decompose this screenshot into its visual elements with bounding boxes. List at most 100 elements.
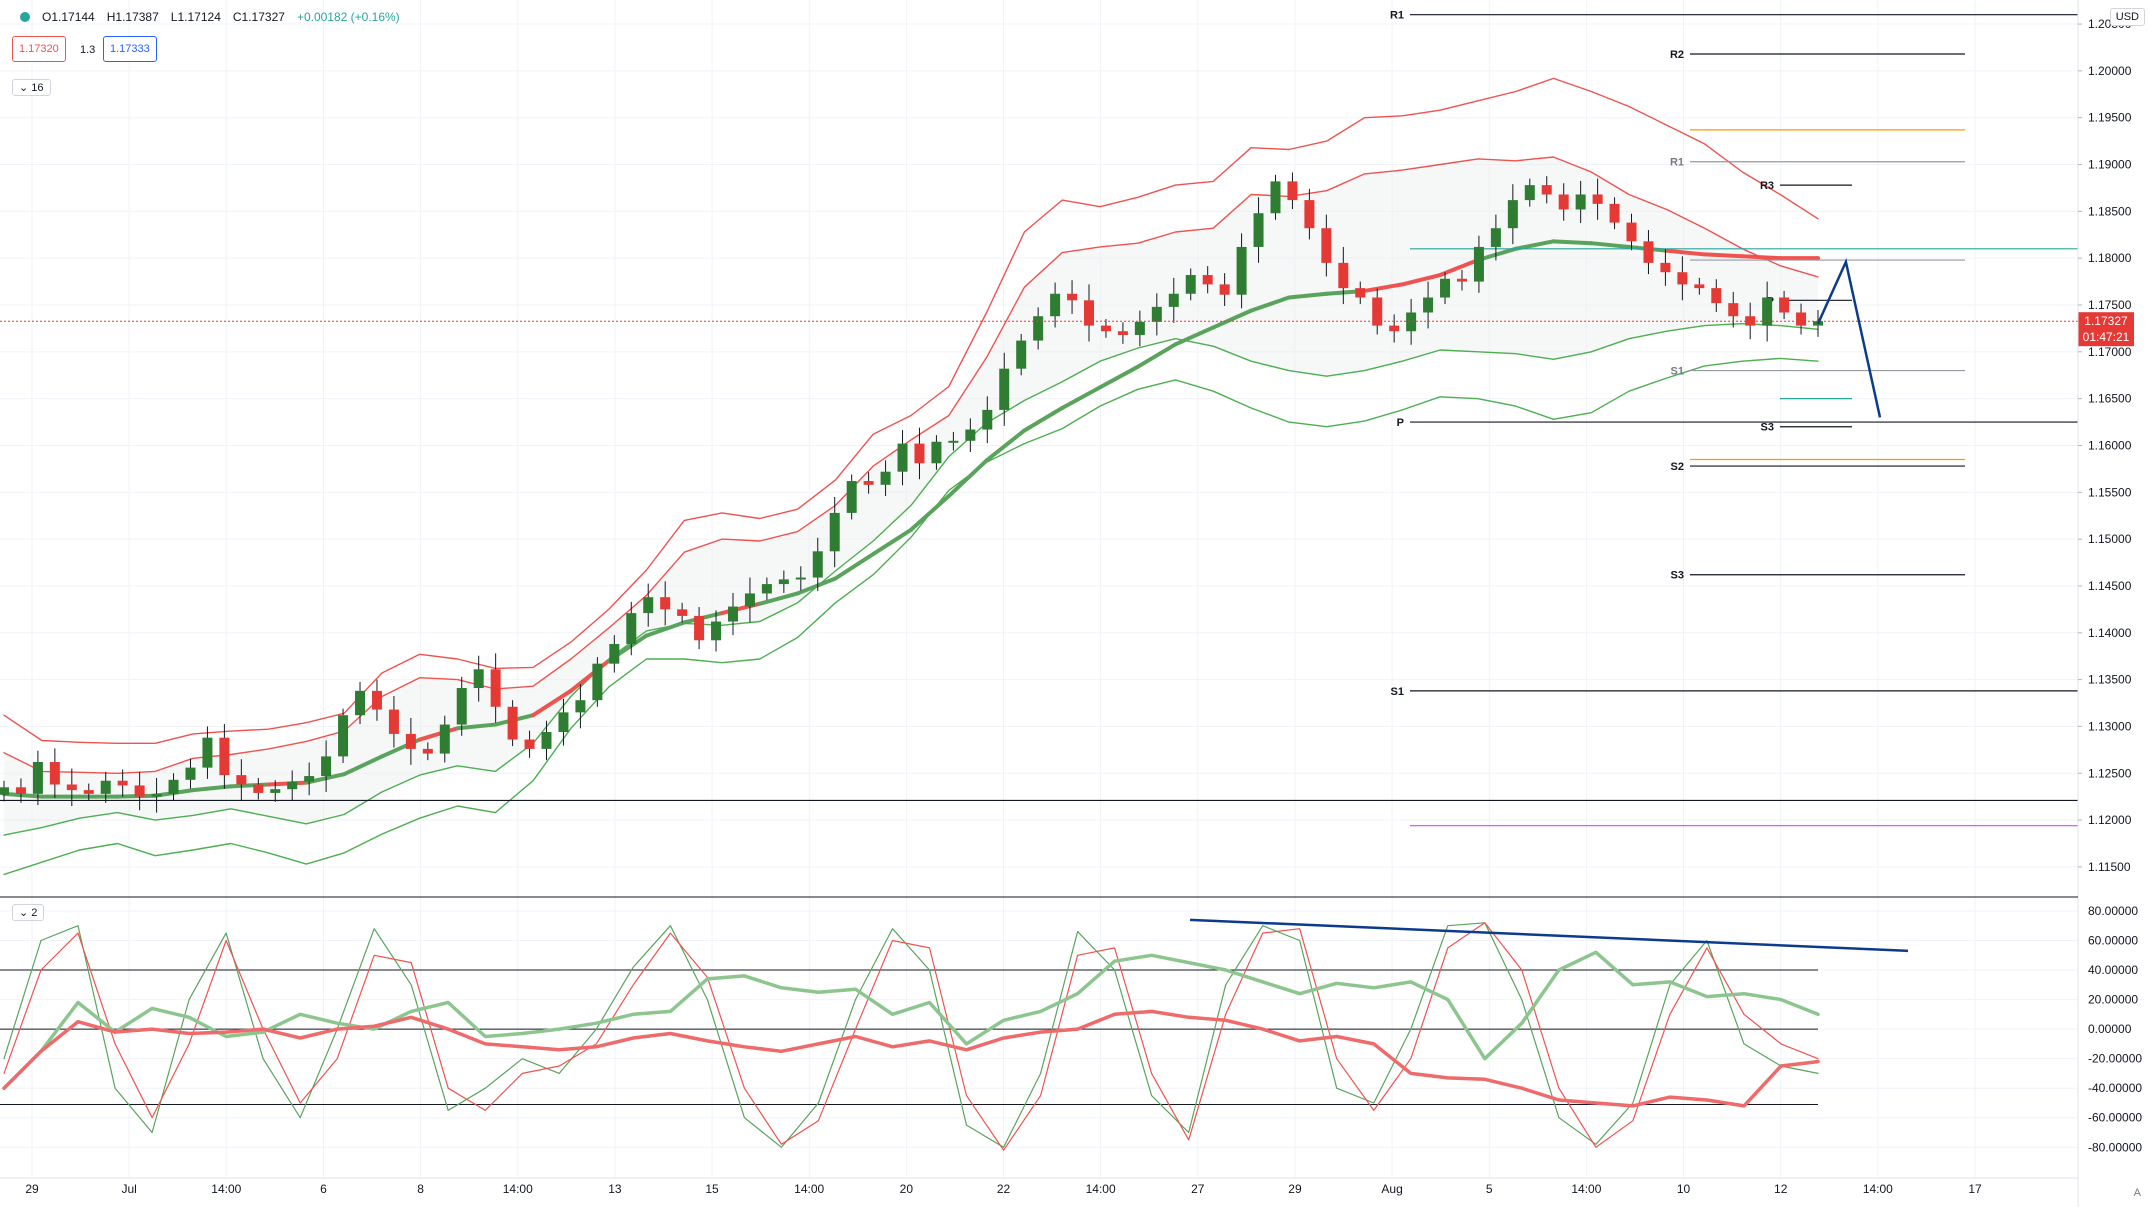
time-tick-label: 22 (997, 1182, 1011, 1196)
candle-body (134, 785, 145, 797)
candle-body (185, 767, 196, 780)
time-tick-label: 12 (1774, 1182, 1788, 1196)
level-label: S1 (1391, 686, 1404, 698)
price-tick-label: 1.13500 (2088, 673, 2132, 687)
auto-scale-button[interactable]: A (2134, 1187, 2141, 1199)
candle-body (117, 780, 128, 786)
candle-body (914, 443, 925, 464)
moving-average-segment (1022, 406, 1065, 433)
candle-body (1779, 297, 1790, 313)
bollinger-bands (2, 77, 1820, 876)
spread-value: 1.3 (80, 44, 96, 56)
candle-body (1796, 312, 1807, 326)
osc-tick-label: -20.00000 (2088, 1052, 2142, 1066)
buy-button[interactable]: 1.17333 (103, 36, 157, 62)
ohlc-close: C1.17327 (232, 10, 285, 24)
indicators-collapse-button[interactable]: ⌄ 16 (12, 79, 51, 96)
candle-body (1304, 200, 1315, 229)
candle-body (1100, 325, 1111, 332)
candle-body (304, 776, 315, 782)
level-label: P (1397, 417, 1404, 429)
time-tick-label: 27 (1191, 1182, 1205, 1196)
candle-body (643, 597, 654, 614)
candle-body (609, 644, 620, 664)
time-tick-label: 6 (320, 1182, 327, 1196)
sell-button[interactable]: 1.17320 (12, 36, 66, 62)
price-tick-label: 1.19500 (2088, 111, 2132, 125)
osc-tick-label: 80.00000 (2088, 904, 2138, 918)
candle-body (388, 709, 399, 734)
candle-body (1338, 262, 1349, 289)
ohlc-high: H1.17387 (106, 10, 159, 24)
pivot-levels: R1R2R1R3PS1PS3S2S3S1 (0, 10, 2078, 827)
candle-body (1507, 200, 1518, 229)
candle-body (202, 737, 213, 768)
candle-body (727, 606, 738, 622)
projection-line (1816, 257, 1882, 418)
candle-body (711, 621, 722, 641)
osc-series-red-thin (3, 922, 1819, 1151)
moving-average-segment (1702, 252, 1745, 259)
time-tick-label: 29 (25, 1182, 39, 1196)
moving-average-segment (1135, 342, 1178, 369)
price-tick-label: 1.14000 (2088, 626, 2132, 640)
time-tick-label: 20 (900, 1182, 914, 1196)
oscillator-pane (0, 918, 1909, 1151)
candle-body (1016, 340, 1027, 369)
moving-average-segment (909, 494, 951, 532)
osc-tick-label: 20.00000 (2088, 993, 2138, 1007)
price-tick-label: 1.13000 (2088, 719, 2132, 733)
candle-body (473, 669, 484, 689)
candle-body (422, 748, 433, 754)
bollinger-fill (4, 157, 1818, 836)
candle-body (507, 706, 518, 740)
candle-body (1084, 300, 1095, 326)
chart-canvas[interactable]: R1R2R1R3PS1PS3S2S3S1 1.1732701:47:21 29J… (0, 0, 2153, 1207)
candle-body (287, 781, 298, 790)
candle-body (660, 597, 671, 610)
candle-body (1473, 246, 1484, 282)
level-label: R2 (1670, 49, 1684, 61)
price-tick-label: 1.19000 (2088, 158, 2132, 172)
candle-body (744, 593, 755, 607)
candle-body (677, 609, 688, 616)
candle-body (405, 733, 416, 749)
time-tick-label: 14:00 (794, 1182, 824, 1196)
price-tick-label: 1.16500 (2088, 392, 2132, 406)
osc-series-green-thick (2, 950, 1820, 1090)
moving-average-segment (1097, 364, 1140, 390)
candle-body (1609, 203, 1620, 223)
candle-body (1117, 331, 1128, 335)
currency-button[interactable]: USD (2109, 8, 2145, 26)
candle-body (456, 688, 467, 725)
candle-body (49, 762, 60, 785)
candle-body (1050, 293, 1061, 317)
candle-body (778, 579, 789, 585)
price-tick-label: 1.20000 (2088, 64, 2132, 78)
time-tick-label: 29 (1288, 1182, 1302, 1196)
candle-body (1592, 194, 1603, 204)
candle-body (1728, 303, 1739, 317)
level-label: S2 (1671, 461, 1684, 473)
candle-body (863, 481, 874, 485)
candle-body (253, 784, 264, 793)
osc-tick-label: -60.00000 (2088, 1111, 2142, 1125)
candle-body (1541, 185, 1552, 195)
candle-body (999, 368, 1010, 410)
time-tick-label: 14:00 (1863, 1182, 1893, 1196)
oscillator-collapse-button[interactable]: ⌄ 2 (12, 904, 45, 921)
candle-body (1558, 194, 1569, 210)
candle-body (829, 512, 840, 552)
candle-body (1151, 306, 1162, 322)
candle-body (880, 471, 891, 485)
candle-body (1389, 325, 1400, 332)
candle-body (490, 669, 501, 707)
moving-average-segment (2, 791, 44, 799)
price-tick-label: 1.17000 (2088, 345, 2132, 359)
candle-body (1677, 272, 1688, 285)
candle-body (439, 724, 450, 754)
level-label: R1 (1390, 10, 1404, 22)
candle-body (558, 712, 569, 733)
candle-body (1694, 284, 1705, 289)
candle-body (965, 429, 976, 441)
